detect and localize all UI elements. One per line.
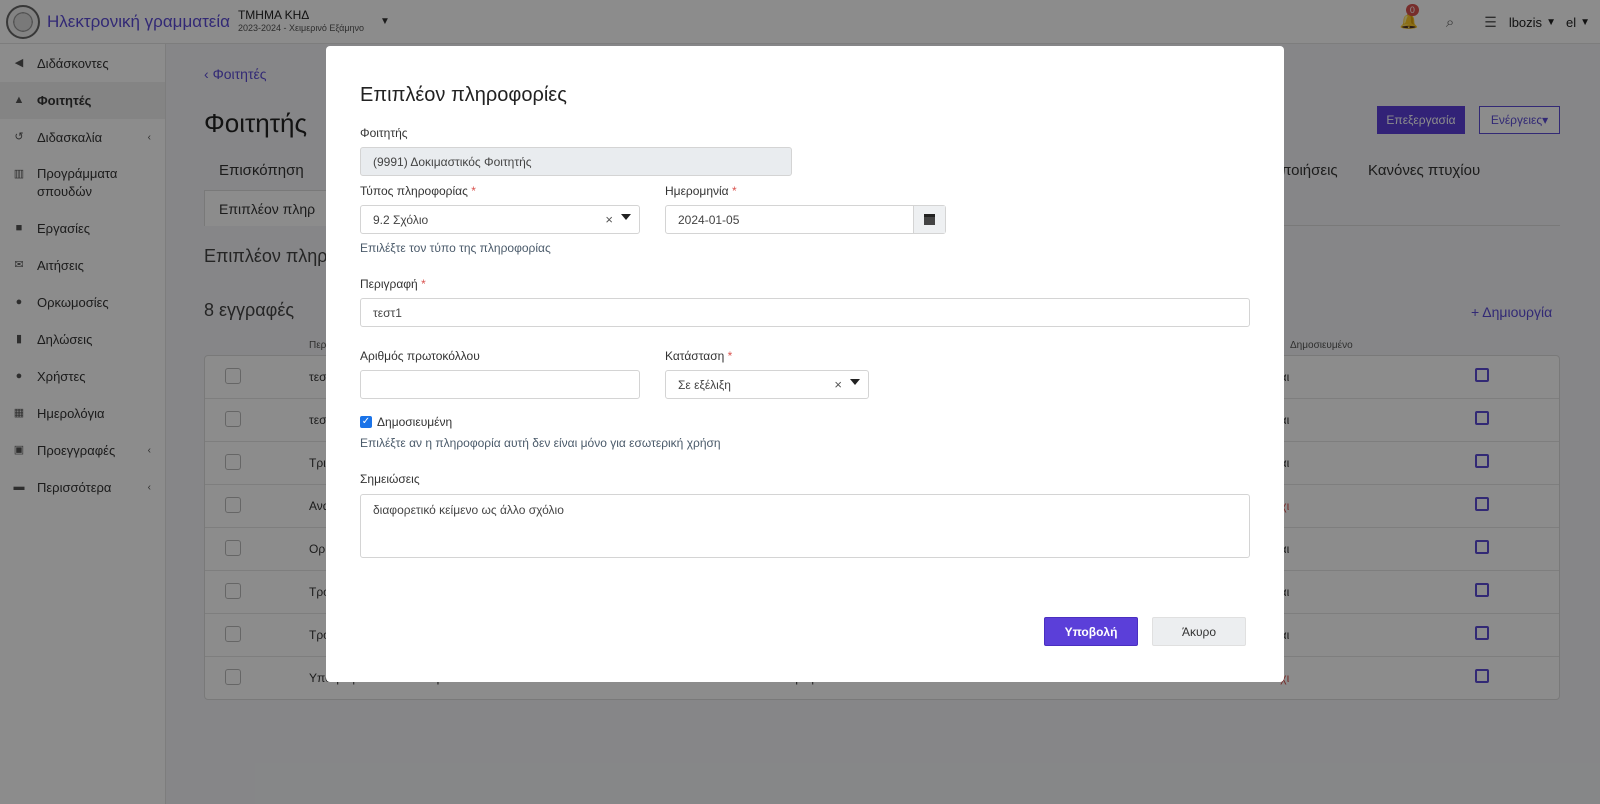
required-marker: *	[731, 184, 737, 198]
info-type-value: 9.2 Σχόλιο	[373, 212, 429, 227]
date-label: Ημερομηνία *	[665, 184, 737, 198]
date-input[interactable]: 2024-01-05	[665, 205, 946, 234]
required-marker: *	[421, 277, 426, 291]
protocol-number-input[interactable]	[360, 370, 640, 399]
description-input[interactable]: τεστ1	[360, 298, 1250, 327]
notes-label: Σημειώσεις	[360, 472, 420, 486]
published-help: Επιλέξτε αν η πληροφορία αυτή δεν είναι …	[360, 436, 721, 450]
clear-icon[interactable]: ×	[605, 212, 613, 227]
date-value: 2024-01-05	[678, 212, 740, 227]
status-value: Σε εξέλιξη	[678, 377, 731, 392]
calendar-icon	[924, 214, 935, 225]
date-label-text: Ημερομηνία	[665, 184, 729, 198]
submit-button[interactable]: Υποβολή	[1044, 617, 1138, 646]
notes-textarea[interactable]: διαφορετικό κείμενο ως άλλο σχόλιο	[360, 494, 1250, 558]
status-select[interactable]: Σε εξέλιξη ×	[665, 370, 869, 399]
required-marker: *	[471, 184, 476, 198]
status-label: Κατάσταση *	[665, 349, 732, 363]
additional-info-modal: Επιπλέον πληροφορίες Φοιτητής (9991) Δοκ…	[326, 46, 1284, 682]
calendar-button[interactable]	[913, 206, 945, 233]
caret-down-icon[interactable]	[621, 214, 631, 220]
description-label: Περιγραφή *	[360, 277, 426, 291]
info-type-help: Επιλέξτε τον τύπο της πληροφορίας	[360, 241, 551, 255]
published-label[interactable]: Δημοσιευμένη	[377, 415, 452, 429]
description-label-text: Περιγραφή	[360, 277, 418, 291]
cancel-button[interactable]: Άκυρο	[1152, 617, 1246, 646]
student-label: Φοιτητής	[360, 126, 408, 140]
info-type-select[interactable]: 9.2 Σχόλιο ×	[360, 205, 640, 234]
protocol-number-label: Αριθμός πρωτοκόλλου	[360, 349, 480, 363]
modal-title: Επιπλέον πληροφορίες	[360, 84, 567, 106]
student-field: (9991) Δοκιμαστικός Φοιτητής	[360, 147, 792, 176]
published-checkbox[interactable]: ✓	[360, 416, 372, 428]
status-label-text: Κατάσταση	[665, 349, 725, 363]
clear-icon[interactable]: ×	[834, 377, 842, 392]
info-type-label: Τύπος πληροφορίας *	[360, 184, 476, 198]
info-type-label-text: Τύπος πληροφορίας	[360, 184, 468, 198]
required-marker: *	[727, 349, 733, 363]
caret-down-icon[interactable]	[850, 379, 860, 385]
